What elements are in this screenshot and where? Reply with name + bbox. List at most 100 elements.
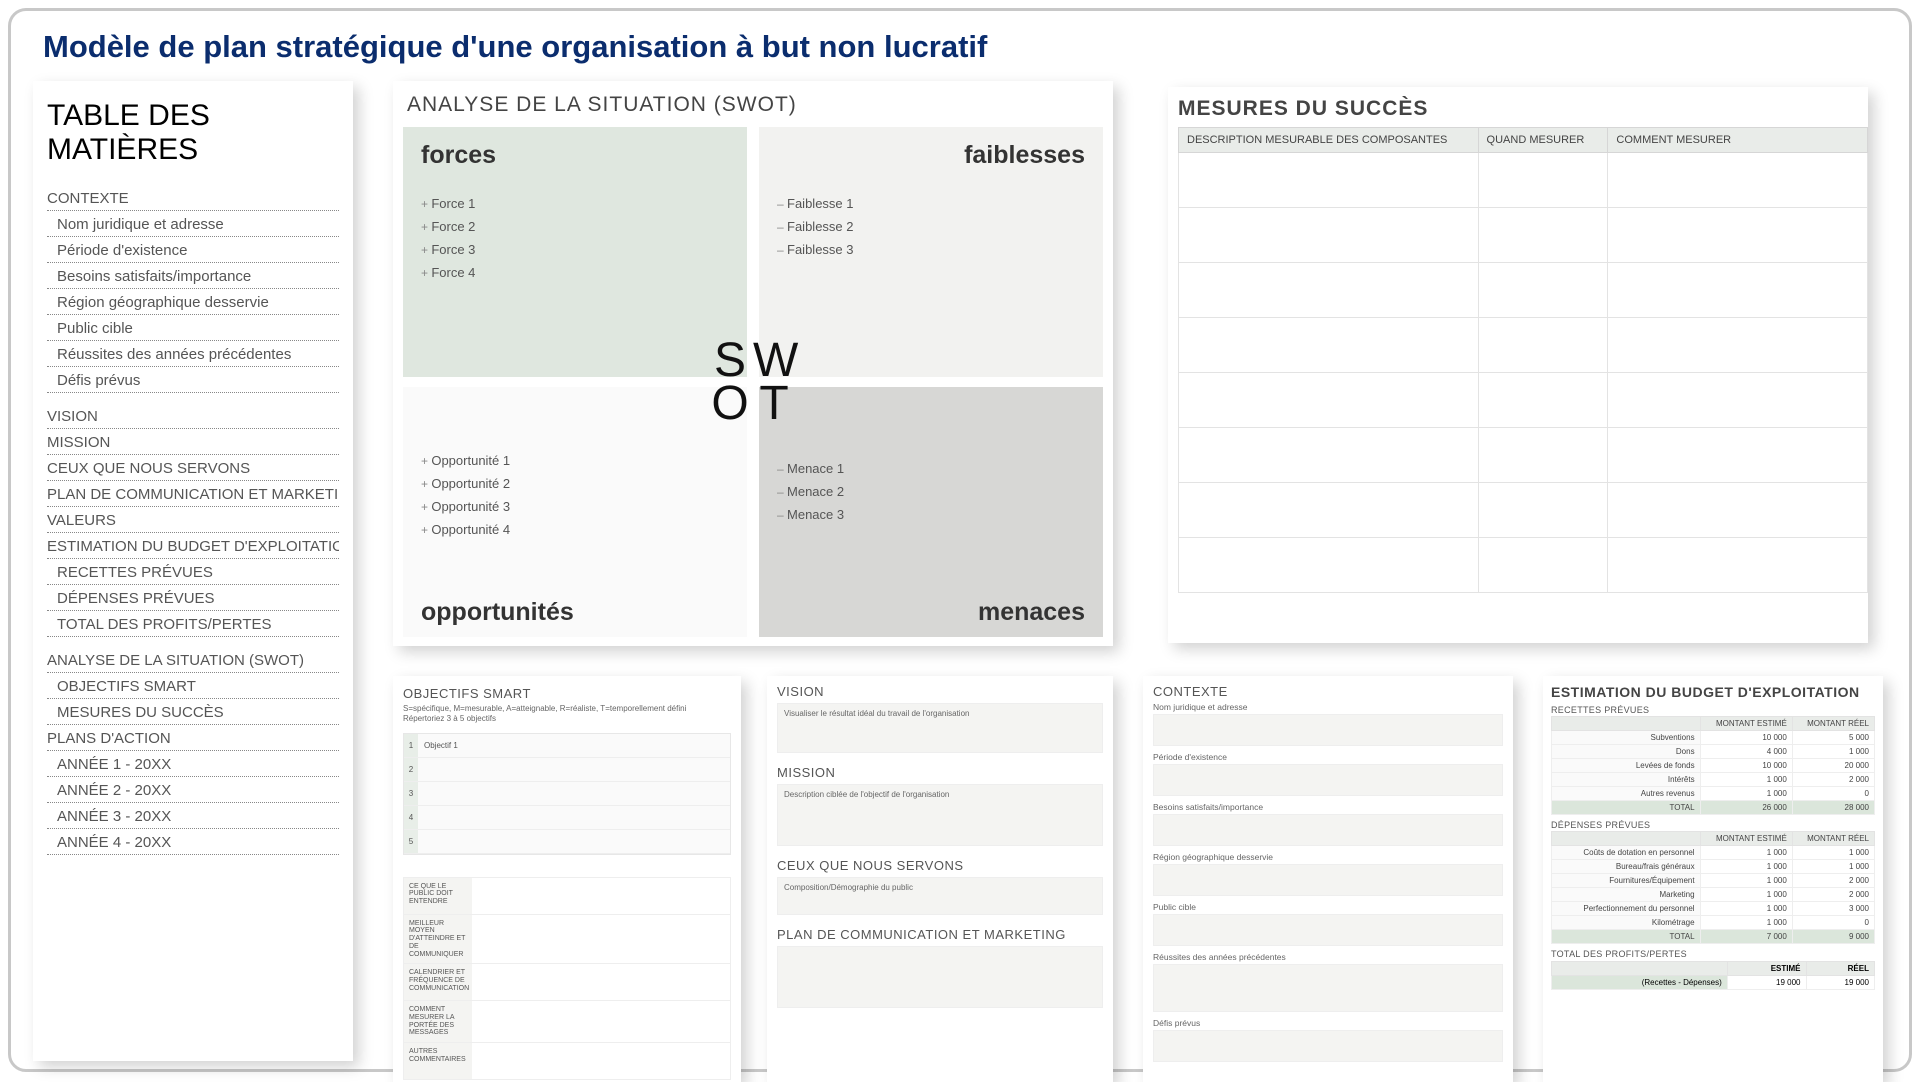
contexte-field-box[interactable] (1153, 764, 1503, 796)
swot-item: Faiblesse 1 (777, 192, 1085, 215)
swot-threats: Menace 1Menace 2Menace 3 menaces (759, 387, 1103, 637)
table-row[interactable] (1179, 153, 1868, 208)
swot-s-heading: forces (421, 141, 729, 170)
measures-table: DESCRIPTION MESURABLE DES COMPOSANTES QU… (1178, 127, 1868, 593)
smart-card: OBJECTIFS SMART S=spécifique, M=mesurabl… (393, 676, 741, 1082)
swot-item: Force 4 (421, 261, 729, 284)
table-row: Kilométrage1 0000 (1552, 916, 1875, 930)
smart-row[interactable]: 3 (404, 782, 730, 806)
toc-line: Période d'existence (47, 237, 339, 263)
budget-pl-table: ESTIMÉRÉEL (Recettes - Dépenses)19 00019… (1551, 961, 1875, 990)
toc-line: RECETTES PRÉVUES (47, 559, 339, 585)
measures-col-2: QUAND MESURER (1478, 128, 1608, 153)
contexte-field-label: Public cible (1153, 902, 1503, 912)
swot-item: Force 2 (421, 215, 729, 238)
table-row[interactable] (1179, 483, 1868, 538)
mission-heading: MISSION (777, 765, 1103, 780)
budget-rev-table: MONTANT ESTIMÉMONTANT RÉELSubventions10 … (1551, 716, 1875, 815)
contexte-field-label: Défis prévus (1153, 1018, 1503, 1028)
contexte-field-label: Besoins satisfaits/importance (1153, 802, 1503, 812)
table-total-row: TOTAL7 0009 000 (1552, 930, 1875, 944)
smart-lower-row[interactable]: COMMENT MESURER LA PORTÉE DES MESSAGES (403, 1001, 731, 1043)
swot-item: Opportunité 3 (421, 495, 729, 518)
toc-line: VISION (47, 403, 339, 429)
vision-box[interactable]: Visualiser le résultat idéal du travail … (777, 703, 1103, 753)
smart-lower-row[interactable]: CE QUE LE PUBLIC DOIT ENTENDRE (403, 877, 731, 915)
vision-mission-card: VISION Visualiser le résultat idéal du t… (767, 676, 1113, 1082)
table-row[interactable] (1179, 263, 1868, 318)
toc-line: MISSION (47, 429, 339, 455)
swot-item: Opportunité 4 (421, 518, 729, 541)
toc-line: ANNÉE 2 - 20XX (47, 777, 339, 803)
contexte-field-box[interactable] (1153, 814, 1503, 846)
toc-line: ESTIMATION DU BUDGET D'EXPLOITATION (47, 533, 339, 559)
measures-col-3: COMMENT MESURER (1608, 128, 1868, 153)
smart-row[interactable]: 2 (404, 758, 730, 782)
smart-row[interactable]: 4 (404, 806, 730, 830)
toc-line: CONTEXTE (47, 185, 339, 211)
swot-w-heading: faiblesses (777, 141, 1085, 170)
toc-line: PLAN DE COMMUNICATION ET MARKETING (47, 481, 339, 507)
table-row[interactable] (1179, 208, 1868, 263)
swot-item: Force 3 (421, 238, 729, 261)
measures-col-1: DESCRIPTION MESURABLE DES COMPOSANTES (1179, 128, 1479, 153)
budget-card: ESTIMATION DU BUDGET D'EXPLOITATION RECE… (1543, 676, 1883, 1082)
table-row[interactable] (1179, 538, 1868, 593)
toc-line: TOTAL DES PROFITS/PERTES (47, 611, 339, 637)
toc-line: Région géographique desservie (47, 289, 339, 315)
table-row[interactable] (1179, 428, 1868, 483)
table-row: Coûts de dotation en personnel1 0001 000 (1552, 846, 1875, 860)
toc-line: ANNÉE 1 - 20XX (47, 751, 339, 777)
table-row: (Recettes - Dépenses)19 00019 000 (1552, 976, 1875, 990)
toc-heading: TABLE DES MATIÈRES (47, 99, 339, 167)
budget-exp-heading: DÉPENSES PRÉVUES (1551, 820, 1875, 830)
table-row: Dons4 0001 000 (1552, 745, 1875, 759)
toc-line: Réussites des années précédentes (47, 341, 339, 367)
table-row: Marketing1 0002 000 (1552, 888, 1875, 902)
swot-item: Opportunité 1 (421, 449, 729, 472)
table-row: Perfectionnement du personnel1 0003 000 (1552, 902, 1875, 916)
contexte-field-label: Période d'existence (1153, 752, 1503, 762)
mission-box[interactable]: Description ciblée de l'objectif de l'or… (777, 784, 1103, 846)
smart-row[interactable]: 1Objectif 1 (404, 734, 730, 758)
contexte-field-box[interactable] (1153, 1030, 1503, 1062)
toc-line: PLANS D'ACTION (47, 725, 339, 751)
toc-line: Nom juridique et adresse (47, 211, 339, 237)
serve-box[interactable]: Composition/Démographie du public (777, 877, 1103, 915)
table-row[interactable] (1179, 318, 1868, 373)
comm-box[interactable] (777, 946, 1103, 1008)
contexte-field-box[interactable] (1153, 714, 1503, 746)
swot-strengths: forces Force 1Force 2Force 3Force 4 (403, 127, 747, 377)
contexte-field-box[interactable] (1153, 864, 1503, 896)
smart-sub1: S=spécifique, M=mesurable, A=atteignable… (403, 704, 731, 714)
toc-line: DÉPENSES PRÉVUES (47, 585, 339, 611)
measures-title: MESURES DU SUCCÈS (1178, 97, 1864, 121)
contexte-field-box[interactable] (1153, 914, 1503, 946)
page-title: Modèle de plan stratégique d'une organis… (43, 29, 1887, 65)
vision-heading: VISION (777, 684, 1103, 699)
smart-lower-row[interactable]: MEILLEUR MOYEN D'ATTEINDRE ET DE COMMUNI… (403, 915, 731, 964)
swot-opportunities: Opportunité 1Opportunité 2Opportunité 3O… (403, 387, 747, 637)
toc-line: Public cible (47, 315, 339, 341)
measures-card: MESURES DU SUCCÈS DESCRIPTION MESURABLE … (1168, 87, 1868, 643)
swot-title: ANALYSE DE LA SITUATION (SWOT) (407, 93, 1107, 117)
budget-rev-heading: RECETTES PRÉVUES (1551, 705, 1875, 715)
toc-line: ANALYSE DE LA SITUATION (SWOT) (47, 647, 339, 673)
contexte-field-box[interactable] (1153, 964, 1503, 1012)
table-total-row: TOTAL26 00028 000 (1552, 801, 1875, 815)
table-row: Fournitures/Équipement1 0002 000 (1552, 874, 1875, 888)
toc-line: OBJECTIFS SMART (47, 673, 339, 699)
smart-lower-row[interactable]: CALENDRIER ET FRÉQUENCE DE COMMUNICATION (403, 964, 731, 1001)
swot-item: Force 1 (421, 192, 729, 215)
toc-line: ANNÉE 4 - 20XX (47, 829, 339, 855)
table-row: Autres revenus1 0000 (1552, 787, 1875, 801)
contexte-field-label: Réussites des années précédentes (1153, 952, 1503, 962)
smart-lower-row[interactable]: AUTRES COMMENTAIRES (403, 1043, 731, 1080)
contexte-title: CONTEXTE (1153, 684, 1503, 699)
smart-sub2: Répertoriez 3 à 5 objectifs (403, 714, 731, 724)
table-row[interactable] (1179, 373, 1868, 428)
smart-row[interactable]: 5 (404, 830, 730, 854)
swot-o-heading: opportunités (421, 598, 574, 627)
swot-item: Faiblesse 3 (777, 238, 1085, 261)
swot-letters: SW OT (709, 339, 797, 425)
